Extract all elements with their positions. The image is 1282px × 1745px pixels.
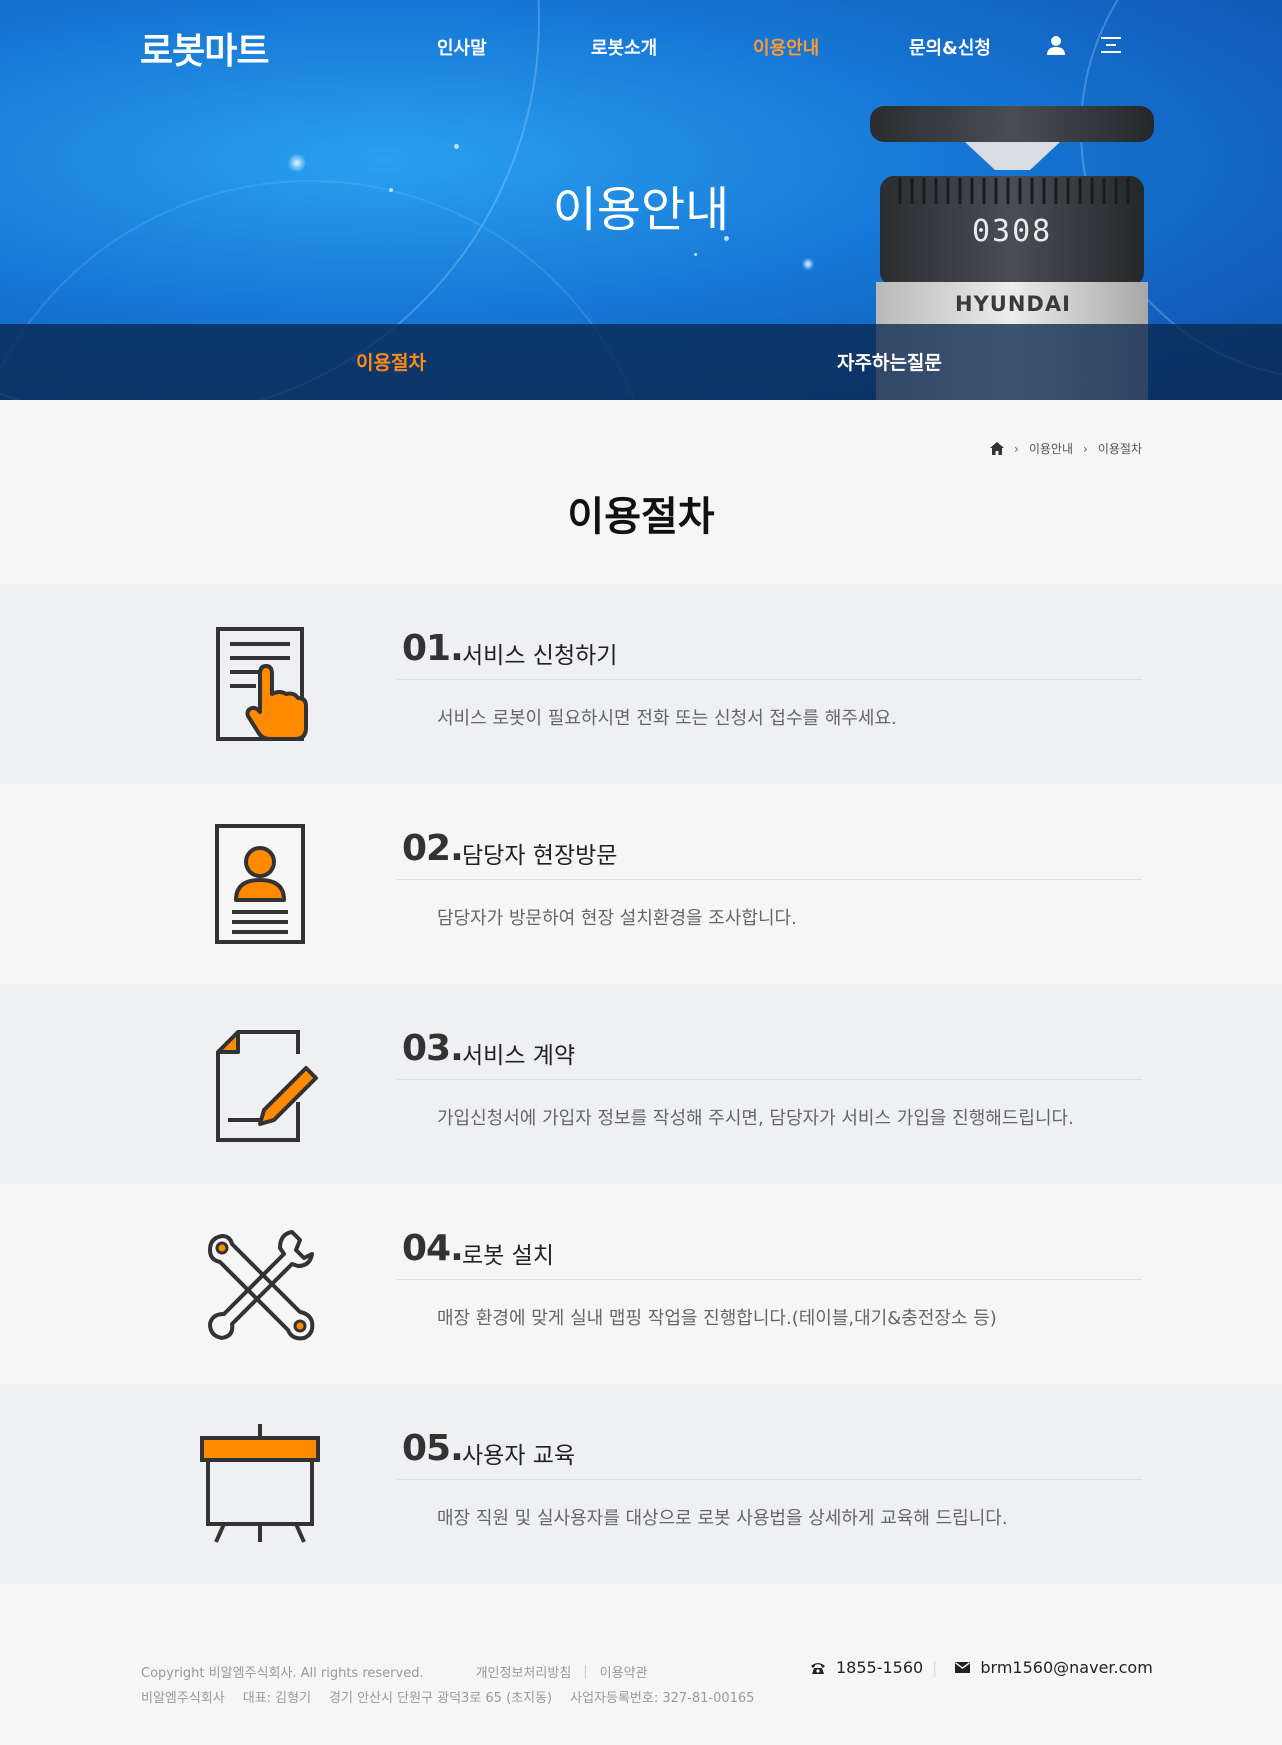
- step-item: 04. 로봇 설치 매장 환경에 맞게 실내 맵핑 작업을 진행합니다.(테이블…: [0, 1184, 1282, 1384]
- home-icon[interactable]: [990, 442, 1005, 455]
- divider: [397, 879, 1142, 880]
- page-title: 이용절차: [567, 494, 715, 540]
- phone-icon: [811, 1662, 825, 1674]
- hero-banner: 로봇마트 인사말 로봇소개 이용안내 문의&신청 이용안내 0308 HYUND…: [0, 0, 1282, 400]
- divider: |: [583, 1664, 588, 1679]
- tab-faq[interactable]: 자주하는질문: [837, 348, 942, 375]
- step-description: 가입신청서에 가입자 정보를 작성해 주시면, 담당자가 서비스 가입을 진행해…: [437, 1108, 1074, 1129]
- site-logo[interactable]: 로봇마트: [140, 22, 269, 74]
- email-address[interactable]: brm1560@naver.com: [980, 1658, 1152, 1677]
- step-number: 02.: [402, 828, 464, 869]
- robot-brand-label: HYUNDAI: [955, 292, 1071, 316]
- mail-icon: [955, 1662, 971, 1673]
- breadcrumb: › 이용안내 › 이용절차: [990, 440, 1142, 457]
- ceo-name: 대표: 김형기: [242, 1691, 312, 1706]
- step-title: 서비스 계약: [462, 1043, 576, 1069]
- step-title: 담당자 현장방문: [462, 843, 618, 869]
- step-item: 03. 서비스 계약 가입신청서에 가입자 정보를 작성해 주시면, 담당자가 …: [0, 984, 1282, 1184]
- wrench-tools-icon: [208, 1230, 315, 1341]
- step-item: 02. 담당자 현장방문 담당자가 방문하여 현장 설치환경을 조사합니다.: [0, 784, 1282, 984]
- menu-item-inquiry[interactable]: 문의&신청: [909, 34, 991, 60]
- menu-item-greeting[interactable]: 인사말: [437, 34, 487, 60]
- step-title: 로봇 설치: [462, 1243, 554, 1269]
- phone-number[interactable]: 1855-1560: [836, 1658, 923, 1677]
- company-address: 경기 안산시 단원구 광덕3로 65 (초지동): [329, 1691, 553, 1706]
- tab-procedure[interactable]: 이용절차: [356, 348, 426, 375]
- footer-company-info: 비알엠주식회사 대표: 김형기 경기 안산시 단원구 광덕3로 65 (초지동)…: [141, 1687, 754, 1706]
- sub-navigation: 이용절차 자주하는질문: [0, 324, 1282, 400]
- id-card-icon: [215, 824, 305, 944]
- user-icon[interactable]: [1045, 34, 1067, 56]
- contract-pen-icon: [216, 1030, 318, 1142]
- divider: [397, 1079, 1142, 1080]
- top-navigation: 로봇마트 인사말 로봇소개 이용안내 문의&신청: [0, 0, 1282, 90]
- menu-item-usage-guide[interactable]: 이용안내: [753, 34, 819, 60]
- step-number: 04.: [402, 1228, 464, 1269]
- company-name: 비알엠주식회사: [141, 1691, 225, 1706]
- footer-email: | brm1560@naver.com: [932, 1658, 1153, 1677]
- footer: Copyright 비알엠주식회사. All rights reserved. …: [0, 1584, 1282, 1745]
- chevron-right-icon: ›: [1083, 441, 1088, 456]
- step-item: 05. 사용자 교육 매장 직원 및 실사용자를 대상으로 로봇 사용법을 상세…: [0, 1384, 1282, 1584]
- step-description: 매장 직원 및 실사용자를 대상으로 로봇 사용법을 상세하게 교육해 드립니다…: [437, 1508, 1008, 1529]
- menu-item-robot-intro[interactable]: 로봇소개: [591, 34, 657, 60]
- hamburger-menu-icon[interactable]: [1100, 36, 1122, 54]
- hero-dot: [694, 253, 697, 256]
- step-description: 담당자가 방문하여 현장 설치환경을 조사합니다.: [437, 908, 797, 929]
- privacy-policy-link[interactable]: 개인정보처리방침: [476, 1662, 572, 1681]
- copyright-text: Copyright 비알엠주식회사. All rights reserved.: [141, 1666, 424, 1681]
- step-title: 서비스 신청하기: [462, 643, 618, 669]
- step-description: 서비스 로봇이 필요하시면 전화 또는 신청서 접수를 해주세요.: [437, 708, 897, 729]
- hero-glow: [802, 258, 814, 270]
- step-item: 01. 서비스 신청하기 서비스 로봇이 필요하시면 전화 또는 신청서 접수를…: [0, 584, 1282, 784]
- divider: [397, 679, 1142, 680]
- step-number: 05.: [402, 1428, 464, 1469]
- chevron-right-icon: ›: [1014, 441, 1019, 456]
- step-description: 매장 환경에 맞게 실내 맵핑 작업을 진행합니다.(테이블,대기&충전장소 등…: [437, 1308, 997, 1329]
- hero-dot: [454, 144, 459, 149]
- content-header: › 이용안내 › 이용절차 이용절차: [0, 400, 1282, 584]
- hero-title: 이용안내: [552, 182, 730, 238]
- step-number: 03.: [402, 1028, 464, 1069]
- divider: [397, 1479, 1142, 1480]
- presentation-board-icon: [200, 1424, 320, 1543]
- divider: [397, 1279, 1142, 1280]
- breadcrumb-item-usage-guide[interactable]: 이용안내: [1029, 440, 1073, 457]
- footer-copyright-row: Copyright 비알엠주식회사. All rights reserved. …: [141, 1662, 648, 1681]
- business-number: 사업자등록번호: 327-81-00165: [570, 1691, 755, 1706]
- step-title: 사용자 교육: [462, 1443, 576, 1469]
- step-number: 01.: [402, 628, 464, 669]
- breadcrumb-item-procedure[interactable]: 이용절차: [1098, 440, 1142, 457]
- document-touch-icon: [216, 627, 308, 741]
- terms-link[interactable]: 이용약관: [600, 1662, 648, 1681]
- footer-phone: 1855-1560: [810, 1658, 923, 1677]
- divider: |: [932, 1658, 938, 1677]
